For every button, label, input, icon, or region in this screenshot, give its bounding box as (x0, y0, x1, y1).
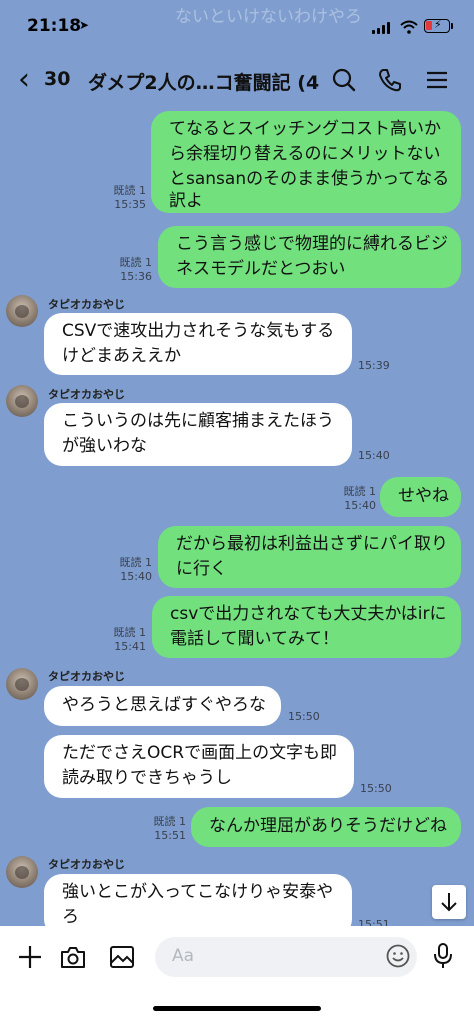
message-bubble-theirs[interactable]: やろうと思えばすぐやろな (44, 686, 281, 726)
location-arrow-icon: ➤ (79, 18, 90, 32)
message-line: ネスモデルだとつおい (176, 259, 346, 279)
phone-icon[interactable] (376, 66, 404, 94)
message-time: 15:50 (360, 782, 392, 795)
message-line: だから最初は利益出さずにパイ取り (176, 534, 448, 554)
microphone-icon[interactable] (430, 941, 456, 971)
message-bubble-mine[interactable]: なんか理屈がありそうだけどね (191, 807, 461, 847)
message-bubble-theirs[interactable]: こういうのは先に顧客捕まえたほう が強いわな (44, 403, 352, 466)
cellular-signal-icon (372, 22, 394, 34)
message-line: 読み取りできちゃうし (62, 768, 232, 788)
image-icon[interactable] (108, 943, 136, 971)
message-time: 15:40 (358, 449, 390, 462)
sender-name: タピオカおやじ (48, 298, 125, 311)
read-receipt: 既読 1 15:36 (119, 256, 153, 283)
read-receipt: 既読 1 15:35 (113, 184, 147, 211)
message-line: こういうのは先に顧客捕まえたほう (62, 411, 334, 431)
message-bubble-mine[interactable]: だから最初は利益出さずにパイ取り に行く (158, 526, 461, 588)
message-line: せやね (398, 486, 449, 506)
emoji-icon[interactable] (385, 943, 411, 969)
search-icon[interactable] (330, 66, 358, 94)
avatar[interactable] (6, 385, 38, 417)
plus-icon[interactable] (16, 943, 44, 971)
avatar[interactable] (6, 668, 38, 700)
message-bubble-mine[interactable]: せやね (380, 477, 461, 517)
background-notification-text: ないといけないわけやろ (175, 7, 362, 27)
message-time: 15:39 (358, 359, 390, 372)
avatar[interactable] (6, 295, 38, 327)
message-bubble-mine[interactable]: csvで出力されなても大丈夫かはirに 電話して聞いてみて！ (152, 596, 461, 658)
message-line: こう言う感じで物理的に縛れるビジ (176, 234, 448, 254)
message-bubble-mine[interactable]: こう言う感じで物理的に縛れるビジ ネスモデルだとつおい (158, 226, 461, 288)
message-bubble-theirs[interactable]: ただでさえOCRで画面上の文字も即 読み取りできちゃうし (44, 735, 354, 798)
sender-name: タピオカおやじ (48, 670, 125, 683)
sender-name: タピオカおやじ (48, 388, 125, 401)
read-receipt: 既読 1 15:51 (153, 815, 187, 842)
message-line: 訳よ (169, 191, 203, 211)
wifi-icon (400, 20, 418, 34)
message-line: なんか理屈がありそうだけどね (209, 816, 447, 836)
message-line: とsansanのそのまま使うかってなる (169, 169, 450, 189)
message-line: csvで出力されなても大丈夫かはirに (170, 604, 447, 624)
message-time: 15:50 (288, 710, 320, 723)
read-receipt: 既読 1 15:40 (343, 485, 377, 512)
back-icon[interactable]: ‹ (18, 62, 30, 97)
camera-icon[interactable] (59, 943, 87, 971)
message-line: 強いとこが入ってこなけりゃ安泰や (62, 882, 334, 902)
read-receipt: 既読 1 15:41 (113, 626, 147, 653)
status-time: 21:18 (27, 16, 82, 36)
battery-cap (451, 23, 453, 29)
chat-title[interactable]: ダメプ2人の…コ奮闘記 (4) (88, 68, 320, 95)
battery-icon: ⚡ (424, 18, 450, 33)
message-line: に行く (176, 559, 227, 579)
message-line: ら余程切り替えるのにメリットない (169, 144, 441, 164)
message-line: ただでさえOCRで画面上の文字も即 (62, 743, 338, 763)
message-line: やろうと思えばすぐやろな (62, 695, 266, 715)
message-line: 電話して聞いてみて！ (170, 629, 339, 649)
message-input[interactable] (155, 937, 417, 977)
menu-icon[interactable] (423, 66, 451, 94)
message-line: てなるとスイッチングコスト高いか (169, 119, 441, 139)
sender-name: タピオカおやじ (48, 858, 125, 871)
scroll-to-bottom-button[interactable] (432, 885, 466, 919)
home-indicator (153, 1006, 321, 1011)
arrow-down-icon (441, 893, 457, 912)
message-line: けどまあええか (62, 346, 181, 366)
unread-count[interactable]: 30 (44, 68, 70, 90)
message-line: CSVで速攻出力されそうな気もする (62, 321, 335, 341)
message-input-placeholder: Aa (172, 946, 195, 966)
message-line: が強いわな (62, 436, 147, 456)
message-bubble-theirs[interactable]: CSVで速攻出力されそうな気もする けどまあええか (44, 313, 352, 375)
avatar[interactable] (6, 856, 38, 888)
read-receipt: 既読 1 15:40 (119, 556, 153, 583)
